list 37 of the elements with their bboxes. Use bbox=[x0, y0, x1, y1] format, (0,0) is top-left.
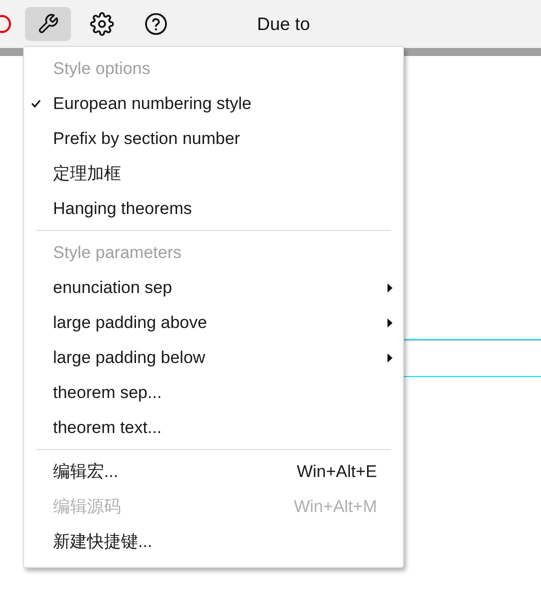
wrench-icon bbox=[37, 13, 59, 35]
submenu-arrow-icon bbox=[387, 352, 393, 362]
submenu-item[interactable]: large padding below bbox=[24, 340, 403, 375]
help-icon bbox=[144, 12, 168, 36]
submenu-item[interactable]: enunciation sep bbox=[24, 270, 403, 305]
menu-item[interactable]: 编辑宏... Win+Alt+E bbox=[24, 454, 403, 489]
menu-item[interactable]: 定理加框 bbox=[24, 156, 403, 191]
shortcut-text: Win+Alt+E bbox=[296, 462, 377, 482]
menu-item[interactable]: Prefix by section number bbox=[24, 121, 403, 156]
submenu-item[interactable]: large padding above bbox=[24, 305, 403, 340]
menu-header: Style options bbox=[52, 58, 152, 80]
stop-icon bbox=[0, 13, 14, 35]
menu-item[interactable]: 新建快捷键... bbox=[24, 524, 403, 559]
menu-item-label: theorem text... bbox=[53, 418, 162, 438]
menu-item-label: Hanging theorems bbox=[53, 198, 192, 218]
checkmark-icon bbox=[31, 99, 41, 108]
submenu-arrow-icon bbox=[387, 318, 393, 328]
menu-header: Style parameters bbox=[52, 242, 182, 264]
menu-item-label: European numbering style bbox=[53, 94, 252, 114]
menu-item[interactable]: theorem sep... bbox=[24, 375, 403, 410]
menu-item[interactable]: Hanging theorems bbox=[24, 191, 403, 226]
menu-item-label: 编辑宏... bbox=[53, 461, 118, 483]
menu-item-label: enunciation sep bbox=[53, 278, 172, 298]
shortcut-text: Win+Alt+M bbox=[294, 496, 377, 516]
menu-item[interactable]: theorem text... bbox=[24, 410, 403, 445]
menu-item-label: large padding above bbox=[53, 312, 208, 332]
menu-item-label: 定理加框 bbox=[53, 163, 121, 185]
menu-item-label: 新建快捷键... bbox=[53, 531, 152, 553]
menu-item[interactable]: European numbering style bbox=[24, 86, 403, 121]
menu-item-label: large padding below bbox=[53, 348, 206, 368]
document-title: Due to bbox=[257, 14, 310, 34]
wrench-button[interactable] bbox=[25, 7, 71, 41]
submenu-arrow-icon bbox=[387, 282, 393, 292]
menu-item-label: theorem sep... bbox=[53, 382, 162, 402]
settings-icon bbox=[90, 12, 114, 36]
menu-item-label: Prefix by section number bbox=[53, 128, 240, 148]
menu-item-label: 编辑源码 bbox=[53, 496, 121, 518]
